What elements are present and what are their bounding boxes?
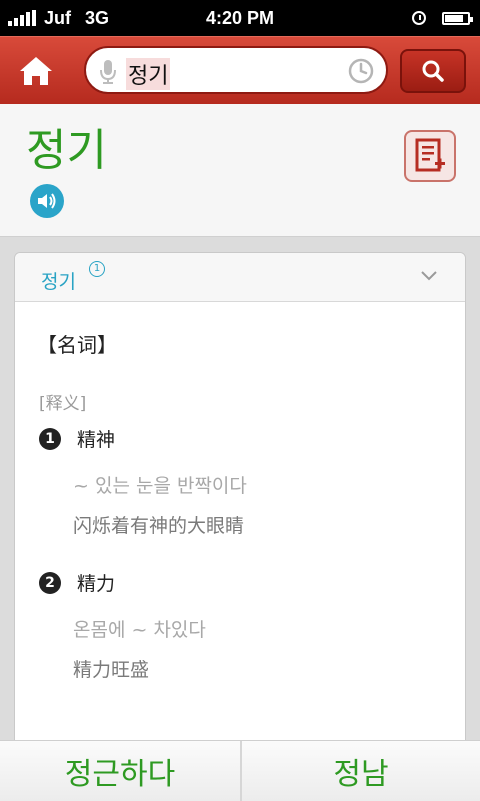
- history-clock-icon[interactable]: [348, 58, 374, 84]
- example-korean: ~ 있는 눈을 반짝이다: [73, 475, 247, 497]
- previous-word-button[interactable]: 정근하다: [0, 741, 240, 801]
- entry-title: 정기: [41, 271, 76, 293]
- battery-icon: [442, 11, 473, 25]
- part-of-speech: 【名词】: [37, 333, 117, 357]
- sense-number: 2: [39, 571, 61, 594]
- speaker-icon: [38, 193, 56, 209]
- headword-section: 정기: [0, 104, 480, 237]
- home-icon: [20, 57, 52, 85]
- sense-meaning: 精神: [77, 429, 116, 451]
- pronunciation-button[interactable]: [30, 184, 64, 218]
- example-korean: 온몸에 ~ 차있다: [73, 619, 206, 641]
- alarm-clock-icon: [412, 11, 426, 25]
- example-chinese: 精力旺盛: [73, 659, 150, 681]
- search-input[interactable]: 정기: [126, 58, 171, 90]
- sense-item: 2 精力: [39, 569, 115, 596]
- status-time: 4:20 PM: [205, 8, 275, 28]
- status-right: [412, 0, 473, 36]
- search-button[interactable]: [400, 49, 466, 93]
- home-button[interactable]: [14, 51, 58, 91]
- battery-fill: [445, 14, 463, 22]
- search-box[interactable]: 정기: [84, 46, 388, 94]
- top-toolbar: 정기: [0, 36, 480, 105]
- next-word-button[interactable]: 정남: [242, 741, 480, 801]
- status-bar: Juf 3G 4:20 PM: [0, 0, 480, 36]
- section-label: [释义]: [39, 394, 87, 414]
- entry-homonym-number: 1: [89, 261, 105, 277]
- bottom-navigation: 정근하다 정남: [0, 740, 480, 801]
- definition-card: 정기 1 【名词】 [释义] 1 精神 ~ 있는 눈을 반짝이다 闪烁着有神的大…: [14, 252, 466, 772]
- example-chinese: 闪烁着有神的大眼睛: [73, 515, 245, 537]
- chevron-down-icon[interactable]: [421, 271, 437, 281]
- entry-header[interactable]: 정기 1: [15, 253, 465, 302]
- sense-item: 1 精神: [39, 425, 115, 452]
- search-icon: [422, 60, 444, 82]
- sense-meaning: 精力: [77, 573, 116, 595]
- microphone-icon[interactable]: [100, 59, 116, 85]
- wordbook-add-icon: [415, 138, 445, 172]
- sense-number: 1: [39, 427, 61, 450]
- add-to-wordbook-button[interactable]: [404, 130, 456, 182]
- headword: 정기: [26, 125, 107, 176]
